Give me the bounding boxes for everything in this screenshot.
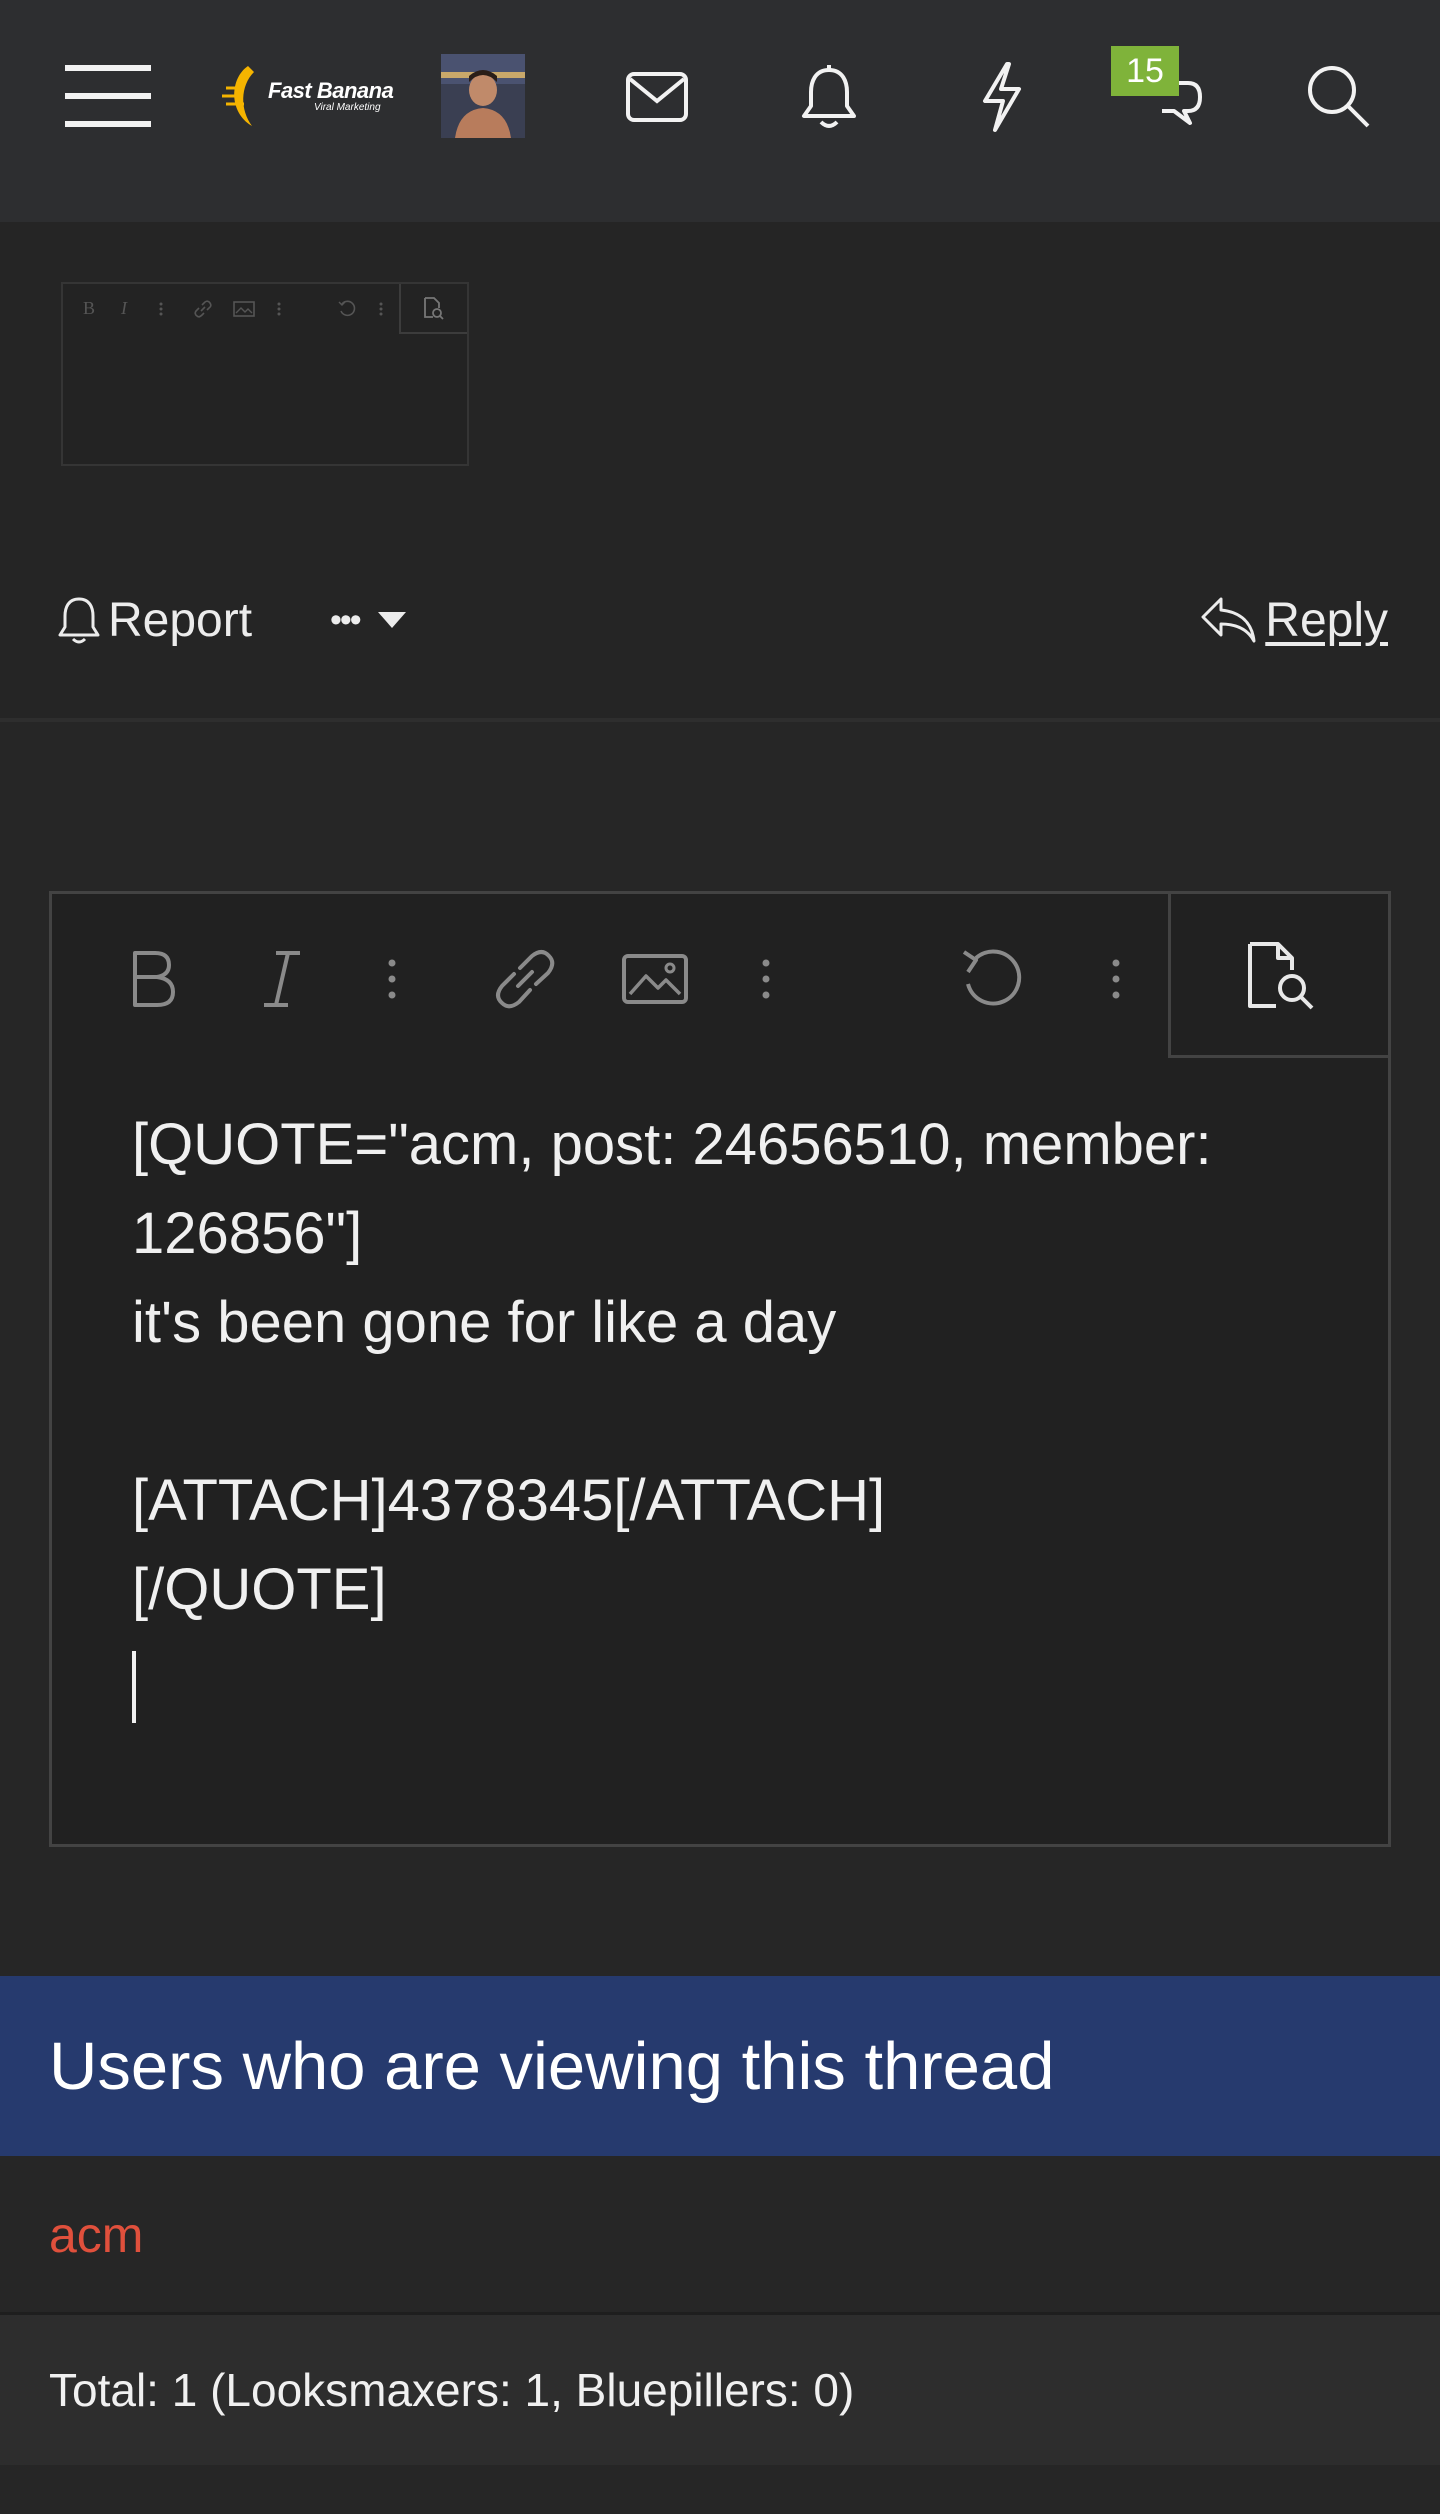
mini-more-icon-2 — [277, 302, 281, 316]
viewer-username[interactable]: acm — [49, 2206, 143, 2264]
lightning-icon[interactable] — [966, 56, 1036, 138]
chat-count-badge: 15 — [1111, 46, 1179, 96]
menu-icon[interactable] — [60, 56, 156, 136]
text-caret — [132, 1650, 136, 1723]
preview-button[interactable] — [1168, 894, 1388, 1058]
reply-editor[interactable]: [QUOTE="acm, post: 24656510, member: 126… — [49, 891, 1391, 1847]
ellipsis-icon: ••• — [330, 600, 362, 639]
editor-text-area[interactable]: [QUOTE="acm, post: 24656510, member: 126… — [132, 1100, 1332, 1723]
mini-preview-icon — [399, 284, 467, 334]
report-button[interactable]: Report — [56, 588, 252, 652]
inbox-icon[interactable] — [620, 60, 694, 134]
bell-outline-icon — [58, 597, 100, 644]
mini-image-icon — [233, 301, 255, 317]
post-attachment-thumbnail[interactable]: B I — [61, 282, 469, 466]
undo-icon[interactable] — [948, 944, 1038, 1014]
more-text-options-icon[interactable] — [372, 944, 412, 1014]
more-options-icon[interactable] — [1096, 944, 1136, 1014]
logo-text: Fast Banana — [268, 78, 394, 103]
site-logo[interactable]: Fast Banana Viral Marketing — [218, 62, 398, 132]
reply-button[interactable]: Reply — [1199, 588, 1388, 652]
mini-link-icon — [194, 300, 212, 318]
logo-subtext: Viral Marketing — [314, 102, 381, 113]
mini-more-icon-3 — [379, 302, 383, 316]
reply-arrow-icon — [1201, 597, 1256, 643]
viewers-title: Users who are viewing this thread — [49, 2028, 1055, 2104]
reply-label: Reply — [1265, 593, 1388, 647]
mini-more-icon — [159, 302, 163, 316]
viewers-total: Total: 1 (Looksmaxers: 1, Bluepillers: 0… — [0, 2315, 1440, 2465]
italic-icon[interactable] — [242, 944, 322, 1014]
preview-icon — [1247, 941, 1313, 1009]
page-bottom — [0, 2465, 1440, 2514]
user-avatar[interactable] — [441, 54, 525, 138]
search-icon[interactable] — [1300, 58, 1376, 134]
image-icon[interactable] — [610, 944, 700, 1014]
link-icon[interactable] — [480, 944, 570, 1014]
viewers-header: Users who are viewing this thread — [0, 1976, 1440, 2156]
mini-bold-icon: B — [83, 298, 96, 318]
post-actions: Report ••• Reply — [0, 570, 1440, 670]
editor-text: [QUOTE="acm, post: 24656510, member: 126… — [132, 1112, 1212, 1622]
chevron-down-icon — [377, 612, 406, 628]
bell-icon[interactable] — [792, 58, 866, 136]
viewers-total-text: Total: 1 (Looksmaxers: 1, Bluepillers: 0… — [49, 2364, 855, 2416]
report-label: Report — [108, 593, 253, 647]
top-nav-bar: Fast Banana Viral Marketing 15 — [0, 0, 1440, 222]
more-insert-options-icon[interactable] — [746, 944, 786, 1014]
mini-italic-icon: I — [121, 298, 127, 318]
viewers-list: acm — [0, 2158, 1440, 2315]
mini-undo-icon — [338, 300, 356, 317]
more-actions-button[interactable]: ••• — [330, 588, 408, 652]
bold-icon[interactable] — [112, 944, 192, 1014]
